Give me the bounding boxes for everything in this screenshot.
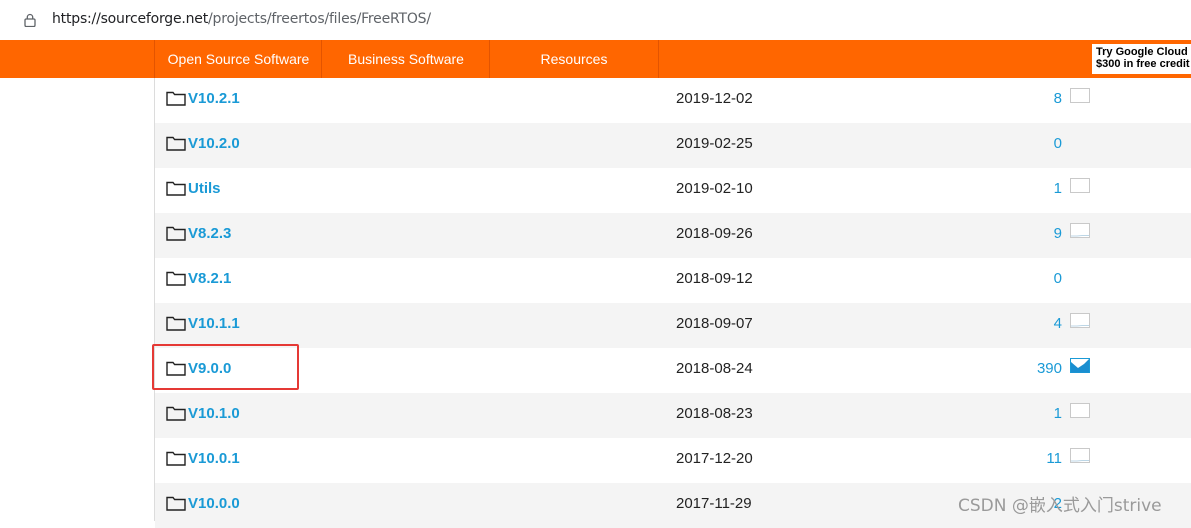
download-count[interactable]: 9	[1054, 225, 1062, 242]
download-count[interactable]: 1	[1054, 180, 1062, 197]
download-chart-icon[interactable]	[1070, 403, 1090, 418]
nav-business-software[interactable]: Business Software	[321, 40, 490, 78]
folder-link[interactable]: V8.2.1	[188, 270, 231, 287]
download-count[interactable]: 390	[1037, 360, 1062, 377]
folder-link[interactable]: V10.1.0	[188, 405, 240, 422]
folder-link[interactable]: V10.0.1	[188, 450, 240, 467]
modified-date: 2018-08-24	[676, 360, 753, 377]
download-count[interactable]: 4	[1054, 315, 1062, 332]
modified-date: 2019-02-25	[676, 135, 753, 152]
table-row[interactable]: Utils 2019-02-10 1	[155, 168, 1191, 213]
folder-icon	[166, 271, 186, 286]
download-count[interactable]: 11	[1046, 450, 1062, 467]
modified-date: 2019-02-10	[676, 180, 753, 197]
folder-icon	[166, 496, 186, 511]
folder-icon	[166, 226, 186, 241]
download-count[interactable]: 0	[1054, 135, 1062, 152]
modified-date: 2018-08-23	[676, 405, 753, 422]
folder-link[interactable]: Utils	[188, 180, 221, 197]
ad-line-1: Try Google Cloud	[1096, 46, 1188, 58]
address-bar: https://sourceforge.net/projects/freerto…	[0, 0, 1191, 41]
folder-icon	[166, 181, 186, 196]
url-path: /projects/freertos/files/FreeRTOS/	[208, 11, 431, 27]
folder-link[interactable]: V10.2.0	[188, 135, 240, 152]
table-row[interactable]: V10.2.1 2019-12-02 8	[155, 78, 1191, 123]
table-row[interactable]: V8.2.1 2018-09-12 0	[155, 258, 1191, 303]
nav-resources[interactable]: Resources	[489, 40, 659, 78]
table-row[interactable]: V9.0.0 2018-08-24 390	[155, 348, 1191, 393]
download-chart-icon[interactable]	[1070, 178, 1090, 193]
highlight-box	[152, 344, 299, 390]
download-chart-icon[interactable]	[1070, 448, 1090, 463]
folder-icon	[166, 136, 186, 151]
download-count[interactable]: 1	[1054, 405, 1062, 422]
file-list: V10.2.1 2019-12-02 8 V10.2.0 2019-02-25 0 Util…	[154, 78, 1191, 528]
folder-link[interactable]: V10.0.0	[188, 495, 240, 512]
folder-link[interactable]: V10.2.1	[188, 90, 240, 107]
nav-open-source-software[interactable]: Open Source Software	[154, 40, 322, 78]
folder-icon	[166, 91, 186, 106]
folder-icon	[166, 406, 186, 421]
download-chart-icon[interactable]	[1070, 223, 1090, 238]
ad-banner[interactable]: Try Google Cloud $300 in free credit	[1092, 44, 1191, 74]
download-count[interactable]: 0	[1054, 270, 1062, 287]
ad-line-2: $300 in free credit	[1096, 58, 1190, 70]
table-row[interactable]: V10.0.1 2017-12-20 11	[155, 438, 1191, 483]
folder-link[interactable]: V8.2.3	[188, 225, 231, 242]
folder-link[interactable]: V10.1.1	[188, 315, 240, 332]
modified-date: 2018-09-07	[676, 315, 753, 332]
url-host: https://sourceforge.net	[52, 11, 209, 27]
modified-date: 2017-11-29	[676, 495, 752, 512]
table-row[interactable]: V10.1.1 2018-09-07 4	[155, 303, 1191, 348]
lock-icon[interactable]	[24, 13, 36, 27]
modified-date: 2018-09-12	[676, 270, 753, 287]
download-chart-icon[interactable]	[1070, 88, 1090, 103]
modified-date: 2019-12-02	[676, 90, 753, 107]
folder-icon	[166, 316, 186, 331]
folder-icon	[166, 451, 186, 466]
watermark: CSDN @嵌入式入门strive	[958, 496, 1162, 516]
download-chart-icon[interactable]	[1070, 358, 1090, 373]
url-text[interactable]: https://sourceforge.net/projects/freerto…	[52, 11, 431, 27]
top-nav: Open Source Software Business Software R…	[0, 40, 1191, 78]
modified-date: 2017-12-20	[676, 450, 753, 467]
table-row[interactable]: V8.2.3 2018-09-26 9	[155, 213, 1191, 258]
modified-date: 2018-09-26	[676, 225, 753, 242]
table-row[interactable]: V10.2.0 2019-02-25 0	[155, 123, 1191, 168]
download-count[interactable]: 8	[1054, 90, 1062, 107]
table-row[interactable]: V10.1.0 2018-08-23 1	[155, 393, 1191, 438]
download-chart-icon[interactable]	[1070, 313, 1090, 328]
